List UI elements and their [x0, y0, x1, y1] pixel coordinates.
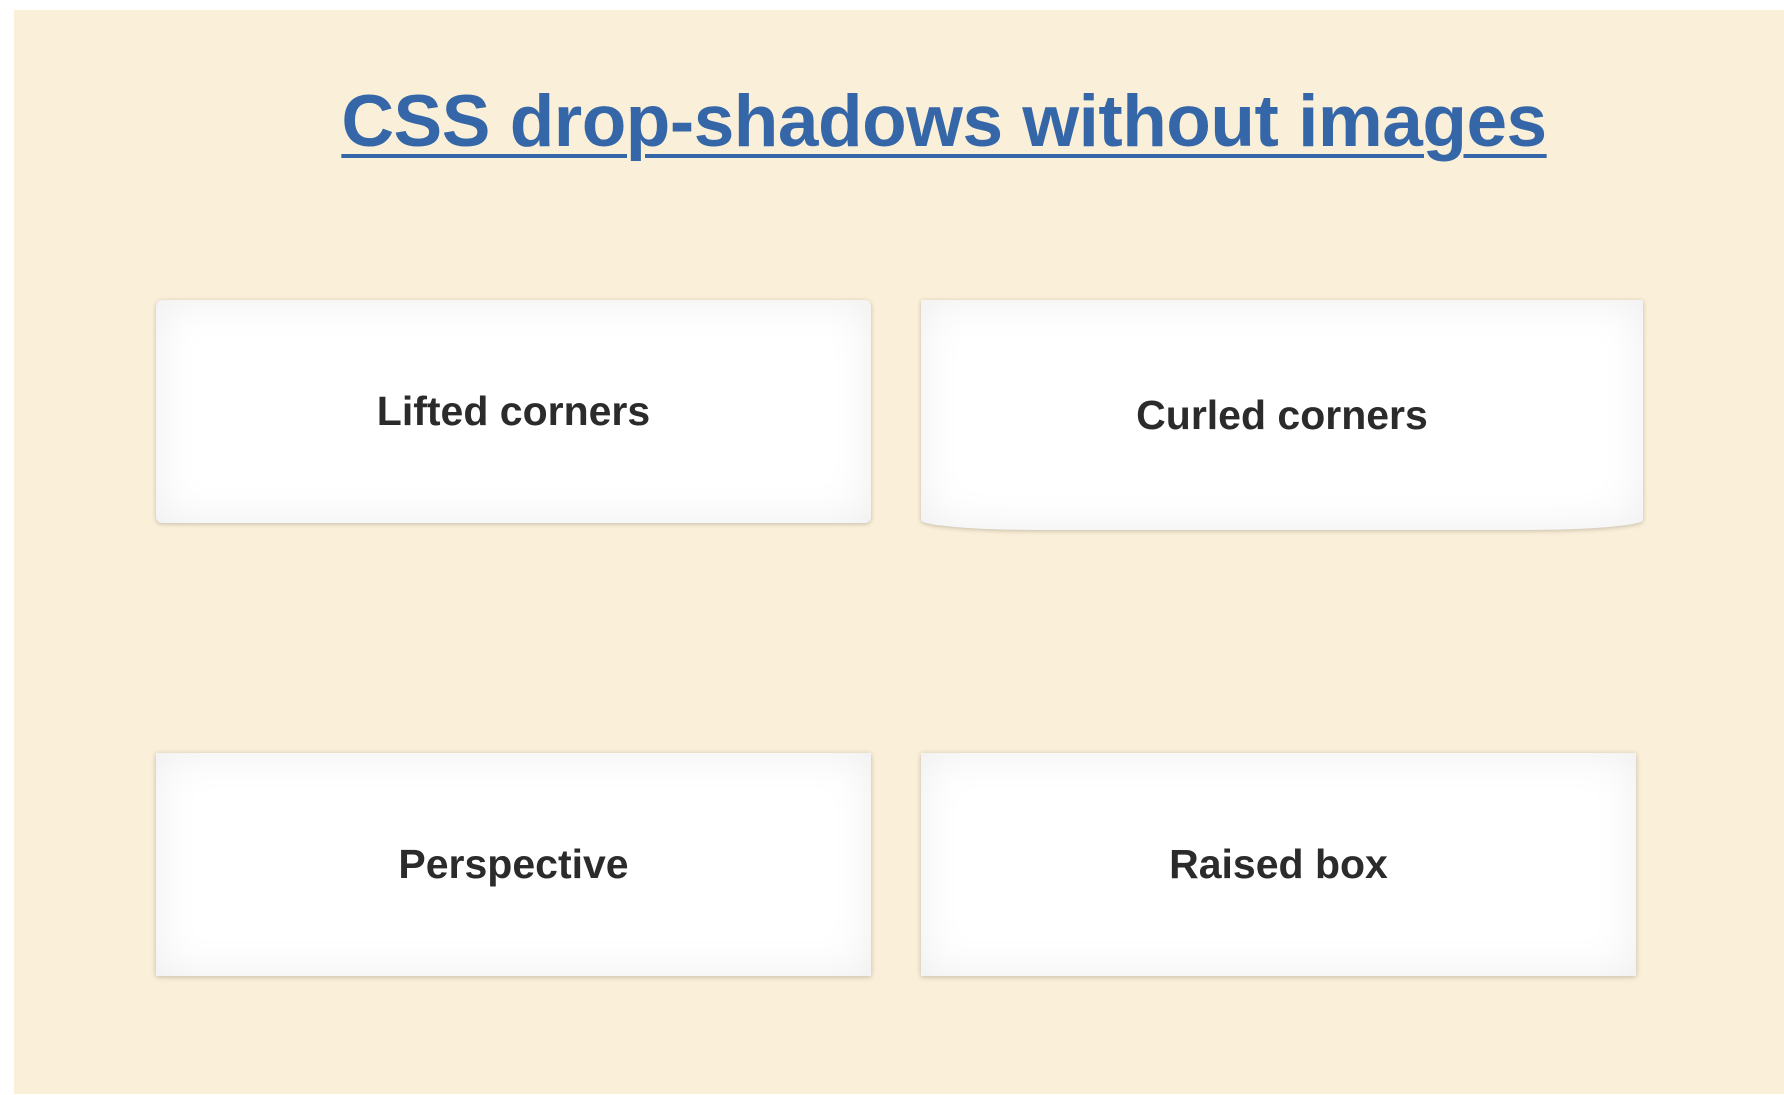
- box-label: Raised box: [1169, 841, 1388, 887]
- box-label: Curled corners: [1136, 391, 1428, 438]
- box-label: Perspective: [398, 841, 629, 887]
- page-title-link[interactable]: CSS drop-shadows without images: [341, 81, 1547, 162]
- page-canvas: CSS drop-shadows without images Lifted c…: [14, 10, 1784, 1094]
- raised-box: Raised box: [921, 753, 1636, 976]
- perspective-box: Perspective: [156, 753, 871, 976]
- page-title: CSS drop-shadows without images: [14, 80, 1784, 164]
- box-label: Lifted corners: [376, 388, 651, 434]
- lifted-corners-box: Lifted corners: [156, 300, 871, 523]
- curled-corners-box: Curled corners: [921, 300, 1643, 530]
